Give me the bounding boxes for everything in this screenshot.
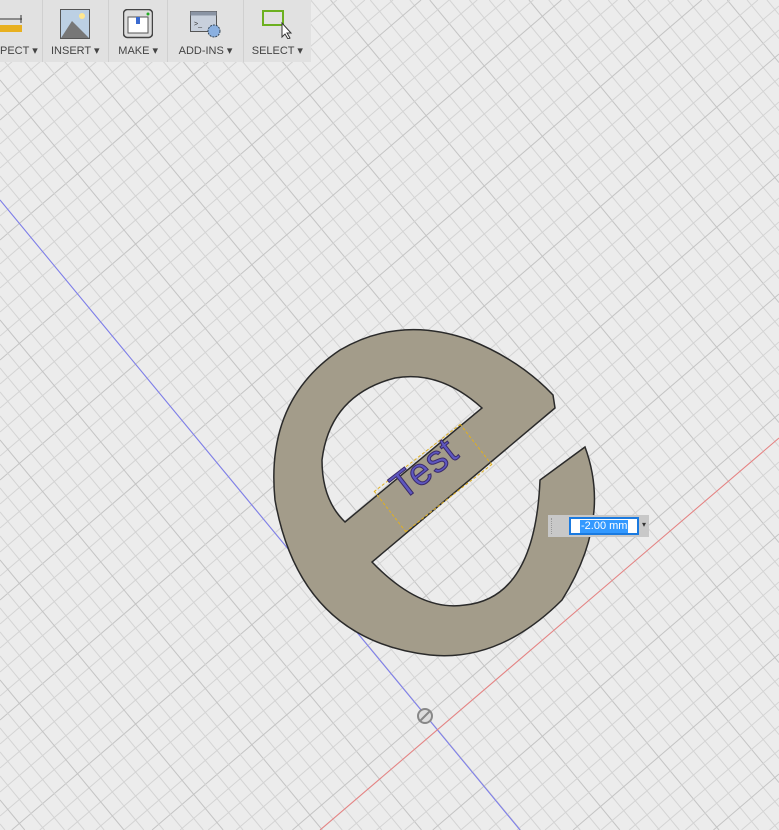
toolbar: PECT ▾ INSERT ▾ MAKE ▾ >_ ADD-INS ▾ SELE… — [0, 0, 311, 62]
select-box-icon — [262, 10, 293, 39]
insert-menu[interactable]: INSERT ▾ — [43, 0, 109, 62]
grid-line — [548, 0, 779, 279]
grid-line — [92, 0, 779, 830]
grid-line — [469, 0, 779, 375]
make-menu[interactable]: MAKE ▾ — [109, 0, 169, 62]
dimension-dropdown-icon[interactable]: ▾ — [642, 520, 646, 529]
grid-line — [67, 221, 779, 830]
grid-line — [0, 823, 6, 830]
dimension-input-box: -2.00 mm ▾ — [548, 515, 649, 537]
scripts-gear-icon: >_ — [189, 11, 221, 38]
grid-line — [726, 0, 779, 63]
grid-line — [389, 0, 779, 471]
3d-printer-icon — [123, 9, 154, 39]
inspect-menu[interactable]: PECT ▾ — [0, 0, 43, 62]
grid-line — [588, 0, 779, 231]
grid-line — [0, 631, 165, 830]
viewport-canvas[interactable] — [0, 0, 779, 830]
image-icon — [60, 9, 91, 39]
grid-line — [432, 533, 779, 830]
select-menu[interactable]: SELECT ▾ — [244, 0, 311, 62]
grid-line — [741, 797, 779, 830]
dimension-value-input[interactable] — [569, 517, 639, 535]
grid-line — [0, 535, 244, 830]
grid-line — [0, 439, 323, 830]
ruler-icon — [0, 15, 22, 32]
grid-line — [544, 629, 779, 830]
grid-line — [687, 0, 779, 111]
grid-line — [0, 799, 26, 830]
grid-line — [0, 125, 779, 793]
svg-text:>_: >_ — [194, 21, 202, 28]
grid-line — [647, 0, 779, 159]
grid-line — [0, 101, 779, 769]
grid-line — [628, 701, 779, 830]
grid-line — [713, 773, 779, 830]
grid-line — [516, 605, 779, 830]
grid-line — [600, 677, 779, 830]
grid-line — [572, 653, 779, 830]
grid-line — [0, 751, 65, 830]
drag-handle[interactable] — [551, 518, 555, 534]
grid-line — [0, 0, 703, 601]
add-ins-menu[interactable]: >_ ADD-INS ▾ — [168, 0, 244, 62]
grid-line — [32, 0, 720, 830]
grid-line — [52, 0, 740, 830]
grid-line — [0, 175, 541, 830]
grid-line — [404, 509, 779, 830]
